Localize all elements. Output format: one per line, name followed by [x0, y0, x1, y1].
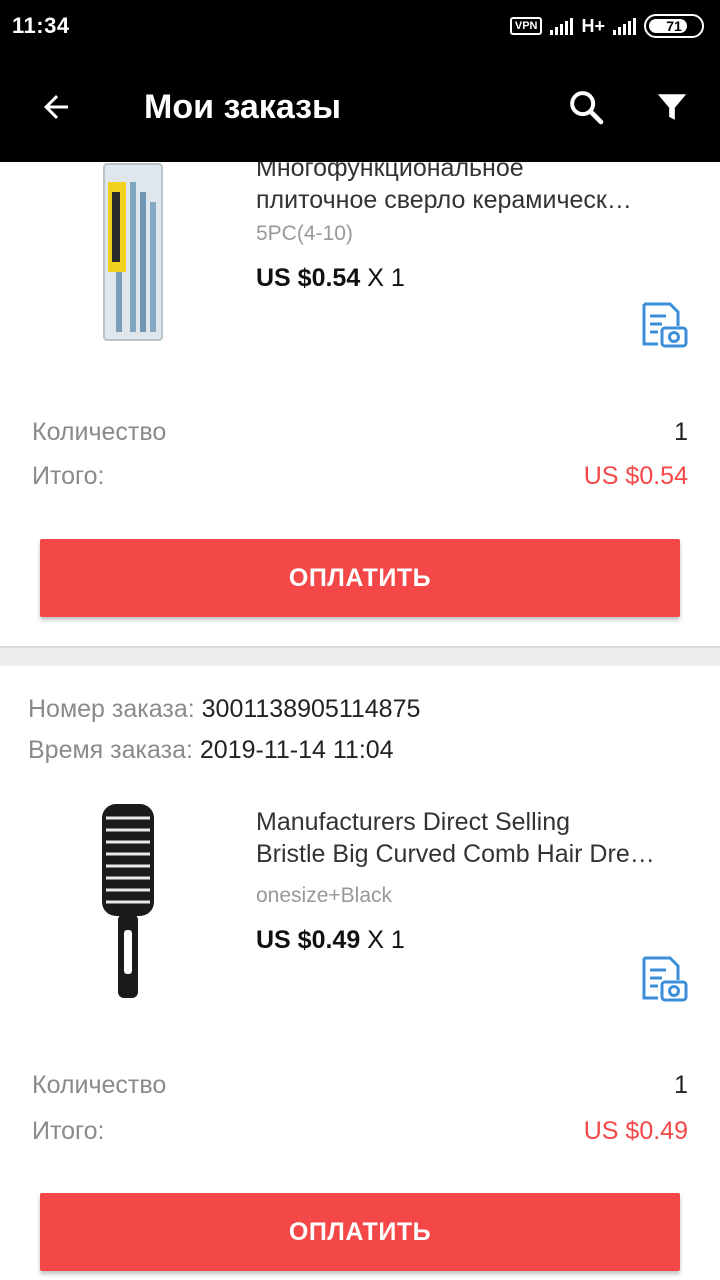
filter-button[interactable]	[644, 79, 700, 135]
battery-level: 71	[666, 18, 682, 34]
total-label: Итого:	[32, 462, 105, 490]
product-sku: onesize+Black	[256, 884, 392, 907]
app-bar: Мои заказы	[0, 52, 720, 162]
product-title[interactable]: Многофункциональное плиточное сверло кер…	[256, 162, 686, 216]
total-label: Итого:	[32, 1117, 105, 1145]
product-sku: 5PC(4-10)	[256, 222, 353, 245]
order-number-label: Номер заказа:	[28, 695, 195, 723]
product-item[interactable]: Manufacturers Direct Selling Bristle Big…	[0, 802, 720, 1002]
status-icons: VPN H+ 71	[509, 14, 704, 38]
total-value: US $0.54	[583, 462, 688, 490]
total-row: Итого: US $0.54	[32, 462, 688, 491]
filter-icon	[657, 94, 687, 120]
page-title: Мои заказы	[144, 87, 342, 126]
status-time: 11:34	[12, 13, 70, 38]
quantity-label: Количество	[32, 418, 167, 446]
product-image	[103, 163, 163, 341]
product-price: US $0.49 X 1	[256, 926, 405, 954]
total-value: US $0.49	[583, 1117, 688, 1145]
back-button[interactable]	[28, 79, 84, 135]
vpn-badge: VPN	[509, 17, 543, 35]
product-item[interactable]: Многофункциональное плиточное сверло кер…	[0, 162, 720, 352]
pay-button[interactable]: ОПЛАТИТЬ	[40, 1193, 680, 1271]
quantity-row: Количество 1	[32, 1071, 688, 1100]
quantity-label: Количество	[32, 1071, 167, 1099]
battery-icon: 71	[644, 14, 704, 38]
search-button[interactable]	[558, 79, 614, 135]
order-time-value: 2019-11-14 11:04	[199, 736, 394, 764]
order-time: Время заказа: 2019-11-14 11:04	[28, 736, 394, 765]
search-icon	[570, 91, 604, 125]
quantity-row: Количество 1	[32, 418, 688, 447]
pay-button[interactable]: ОПЛАТИТЬ	[40, 539, 680, 617]
product-image	[102, 804, 154, 998]
quantity-value: 1	[674, 1071, 688, 1099]
product-price: US $0.54 X 1	[256, 264, 405, 292]
signal-icon	[550, 17, 574, 35]
order-number-value: 3001138905114875	[201, 695, 421, 723]
product-title[interactable]: Manufacturers Direct Selling Bristle Big…	[256, 806, 686, 870]
photo-review-icon[interactable]	[638, 300, 690, 352]
order-time-label: Время заказа:	[28, 736, 193, 764]
photo-review-icon[interactable]	[638, 954, 690, 1006]
status-bar: 11:34 VPN H+ 71	[0, 0, 720, 52]
arrow-left-icon	[44, 95, 68, 119]
order-divider	[0, 646, 720, 666]
order-number: Номер заказа: 3001138905114875	[28, 695, 420, 724]
network-type: H+	[581, 15, 605, 36]
total-row: Итого: US $0.49	[32, 1117, 688, 1146]
signal-icon-2	[613, 17, 636, 35]
orders-list[interactable]: Многофункциональное плиточное сверло кер…	[0, 162, 720, 1280]
quantity-value: 1	[674, 418, 688, 446]
